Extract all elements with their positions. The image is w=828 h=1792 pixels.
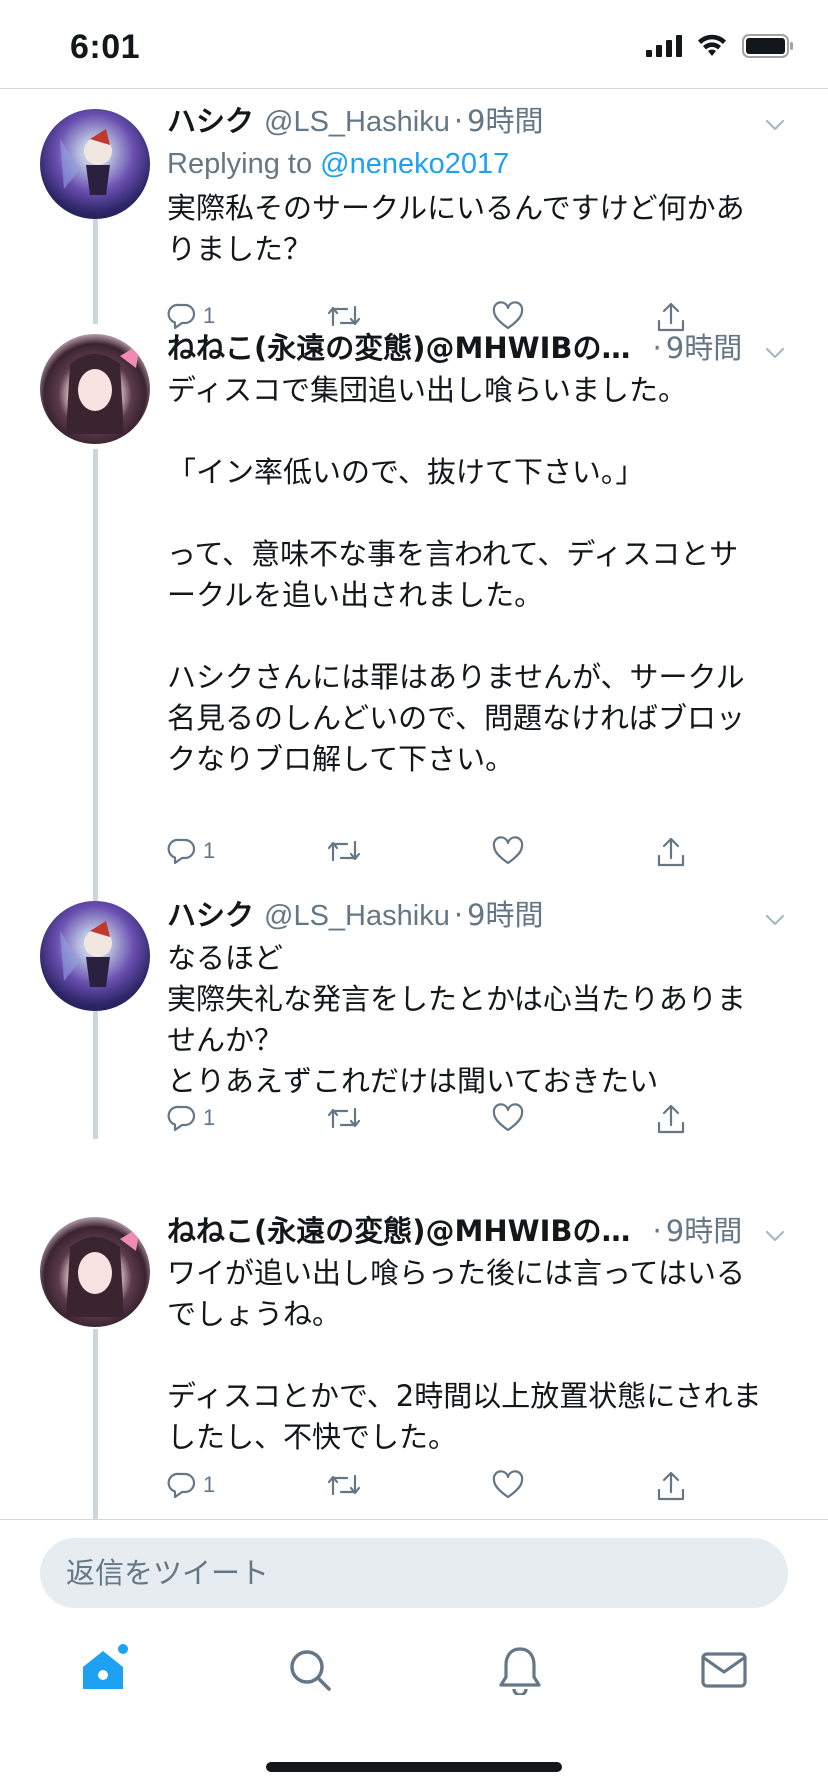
compose-bar — [0, 1520, 828, 1616]
chevron-down-icon[interactable] — [764, 342, 786, 364]
tweet-actions: 1 — [167, 1103, 707, 1143]
author-name[interactable]: ハシク — [167, 895, 254, 935]
home-indicator[interactable] — [266, 1762, 562, 1772]
avatar[interactable] — [40, 334, 150, 444]
tweet[interactable]: ねねこ(永遠の変態)@MHWIBの… · 9時間 ワイが追い出し喰らった後には言… — [0, 1214, 828, 1519]
tweet[interactable]: ハシク @LS_Hashiku · 9時間 なるほど 実際失礼な発言をしたとかは… — [0, 898, 828, 1161]
timeline[interactable]: ハシク @LS_Hashiku · 9時間 Replying to @nenek… — [0, 89, 828, 1519]
share-icon — [657, 1471, 685, 1501]
tweet-time[interactable]: 9時間 — [666, 1211, 742, 1251]
tweet-actions: 1 — [167, 836, 707, 876]
search-icon — [290, 1650, 331, 1691]
battery-icon — [742, 34, 793, 58]
chevron-down-icon[interactable] — [764, 1225, 786, 1247]
separator-dot: · — [652, 331, 662, 365]
heart-icon — [492, 836, 524, 865]
retweet-icon — [327, 1474, 361, 1496]
tweet-header: ハシク @LS_Hashiku · 9時間 — [167, 895, 787, 936]
status-icons — [646, 34, 794, 58]
reply-button[interactable]: 1 — [167, 301, 215, 331]
wifi-icon — [698, 34, 726, 56]
home-icon — [83, 1644, 128, 1689]
tab-search[interactable] — [280, 1640, 340, 1700]
reply-mention-link[interactable]: @neneko2017 — [320, 148, 509, 180]
tweet-actions: 1 — [167, 1470, 707, 1510]
tweet-time[interactable]: 9時間 — [467, 101, 543, 141]
reply-icon — [167, 303, 196, 330]
tweet-text: 実際私そのサークルにいるんですけど何かあ りました？ — [167, 191, 745, 266]
avatar[interactable] — [40, 109, 150, 219]
reply-button[interactable]: 1 — [167, 1103, 215, 1133]
tab-bar — [0, 1620, 828, 1720]
author-name[interactable]: ハシク — [167, 101, 254, 141]
like-button[interactable] — [492, 301, 524, 331]
share-button[interactable] — [655, 1103, 687, 1135]
tweet-time[interactable]: 9時間 — [467, 895, 543, 935]
like-button[interactable] — [492, 1470, 524, 1500]
tab-home[interactable] — [74, 1640, 134, 1700]
author-handle[interactable]: @LS_Hashiku — [264, 896, 450, 936]
heart-icon — [492, 301, 524, 330]
messages-icon — [701, 1652, 747, 1688]
replying-to-label: Replying to — [167, 148, 321, 180]
author-handle[interactable]: @LS_Hashiku — [264, 102, 450, 142]
reply-count: 1 — [203, 1105, 216, 1130]
tweet-text: ディスコで集団追い出し喰らいました。 「イン率低いので、抜けて下さい。」 って、… — [167, 373, 745, 776]
like-button[interactable] — [492, 836, 524, 866]
share-button[interactable] — [655, 1470, 687, 1502]
retweet-icon — [327, 305, 361, 327]
avatar[interactable] — [40, 901, 150, 1011]
separator-dot: · — [453, 104, 464, 138]
tweet-text: ワイが追い出し喰らった後には言ってはいる でしょうね。 ディスコとかで、2時間以… — [167, 1256, 762, 1454]
retweet-button[interactable] — [327, 836, 361, 866]
status-time: 6:01 — [70, 28, 141, 66]
chevron-down-icon[interactable] — [764, 909, 786, 931]
tab-messages[interactable] — [694, 1640, 754, 1700]
retweet-button[interactable] — [327, 1103, 361, 1133]
tweet-time[interactable]: 9時間 — [666, 328, 742, 368]
reply-count: 1 — [203, 303, 216, 328]
tweet-header: ねねこ(永遠の変態)@MHWIBの… · 9時間 — [167, 328, 787, 368]
author-name[interactable]: ねねこ(永遠の変態)@MHWIBの… — [167, 1211, 631, 1251]
chevron-down-icon[interactable] — [764, 114, 786, 136]
share-button[interactable] — [655, 836, 687, 868]
heart-icon — [492, 1470, 524, 1499]
tweet-text: なるほど 実際失礼な発言をしたとかは心当たりありま せんか？ とりあえずこれだけ… — [167, 941, 746, 1098]
reply-tweet-input[interactable] — [40, 1538, 788, 1608]
retweet-icon — [327, 840, 361, 862]
reply-icon — [167, 838, 196, 865]
author-name[interactable]: ねねこ(永遠の変態)@MHWIBの… — [167, 328, 631, 368]
notifications-icon — [499, 1647, 541, 1695]
separator-dot: · — [652, 1214, 662, 1248]
tab-notifications[interactable] — [490, 1640, 550, 1700]
reply-count: 1 — [203, 838, 216, 863]
status-bar: 6:01 — [0, 0, 828, 88]
share-icon — [657, 837, 685, 867]
cellular-signal-icon — [646, 35, 682, 57]
reply-icon — [167, 1105, 196, 1132]
like-button[interactable] — [492, 1103, 524, 1133]
separator-dot: · — [453, 898, 464, 932]
heart-icon — [492, 1103, 524, 1132]
reply-button[interactable]: 1 — [167, 1470, 215, 1500]
retweet-icon — [327, 1107, 361, 1129]
replying-to: Replying to @neneko2017 — [167, 142, 787, 186]
avatar[interactable] — [40, 1217, 150, 1327]
tweet[interactable]: ねねこ(永遠の変態)@MHWIBの… · 9時間 ディスコで集団追い出し喰らいま… — [0, 331, 828, 876]
retweet-button[interactable] — [327, 301, 361, 331]
tweet-header: ハシク @LS_Hashiku · 9時間 — [167, 101, 787, 142]
share-icon — [657, 1104, 685, 1134]
tweet-header: ねねこ(永遠の変態)@MHWIBの… · 9時間 — [167, 1211, 787, 1251]
reply-icon — [167, 1472, 196, 1499]
reply-count: 1 — [203, 1472, 216, 1497]
retweet-button[interactable] — [327, 1470, 361, 1500]
reply-button[interactable]: 1 — [167, 836, 215, 866]
